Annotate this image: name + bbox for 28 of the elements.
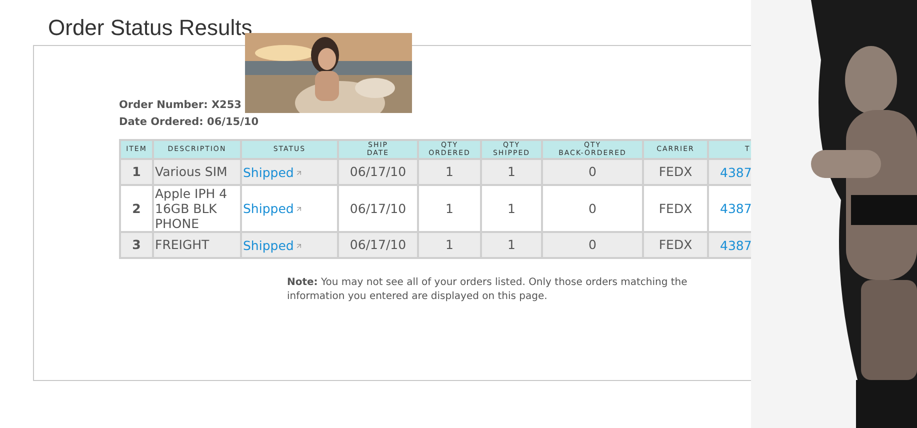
- external-link-icon: [294, 242, 303, 250]
- external-link-icon: [294, 205, 303, 214]
- table-cell: 0: [588, 164, 596, 179]
- table-cell: 1: [132, 164, 141, 179]
- table-cell: 0: [588, 237, 596, 252]
- page-title: Order Status Results: [48, 14, 254, 42]
- note-text: Note: You may not see all of your orders listed. Only those orders matching the information you entered are displayed on this page.: [287, 276, 688, 304]
- date-ordered: Date Ordered: 06/15/10: [119, 114, 260, 130]
- table-cell: 1: [446, 237, 454, 252]
- table-cell: 06/17/10: [350, 200, 406, 216]
- external-link-icon: [294, 168, 303, 177]
- table-cell: 2: [132, 200, 141, 216]
- order-number: Order Number: X253: [119, 98, 242, 113]
- table-cell: 0: [588, 200, 596, 216]
- table-cell: 1: [508, 237, 516, 252]
- table-cell: FEDX: [658, 237, 692, 252]
- table-cell: 1: [508, 164, 516, 179]
- table-cell: FREIGHT: [155, 237, 210, 252]
- table-cell: 1: [446, 164, 454, 179]
- table-cell: 1: [446, 200, 454, 216]
- table-cell: FEDX: [658, 200, 692, 216]
- table-cell: 06/17/10: [350, 237, 406, 252]
- table-cell: Various SIM: [155, 164, 228, 179]
- table-cell: 06/17/10: [350, 164, 406, 179]
- table-cell: 3: [132, 237, 141, 252]
- table-cell: FEDX: [658, 164, 692, 179]
- table-cell: Apple IPH 4 16GB BLK PHONE: [155, 186, 228, 230]
- table-cell: 1: [508, 200, 516, 216]
